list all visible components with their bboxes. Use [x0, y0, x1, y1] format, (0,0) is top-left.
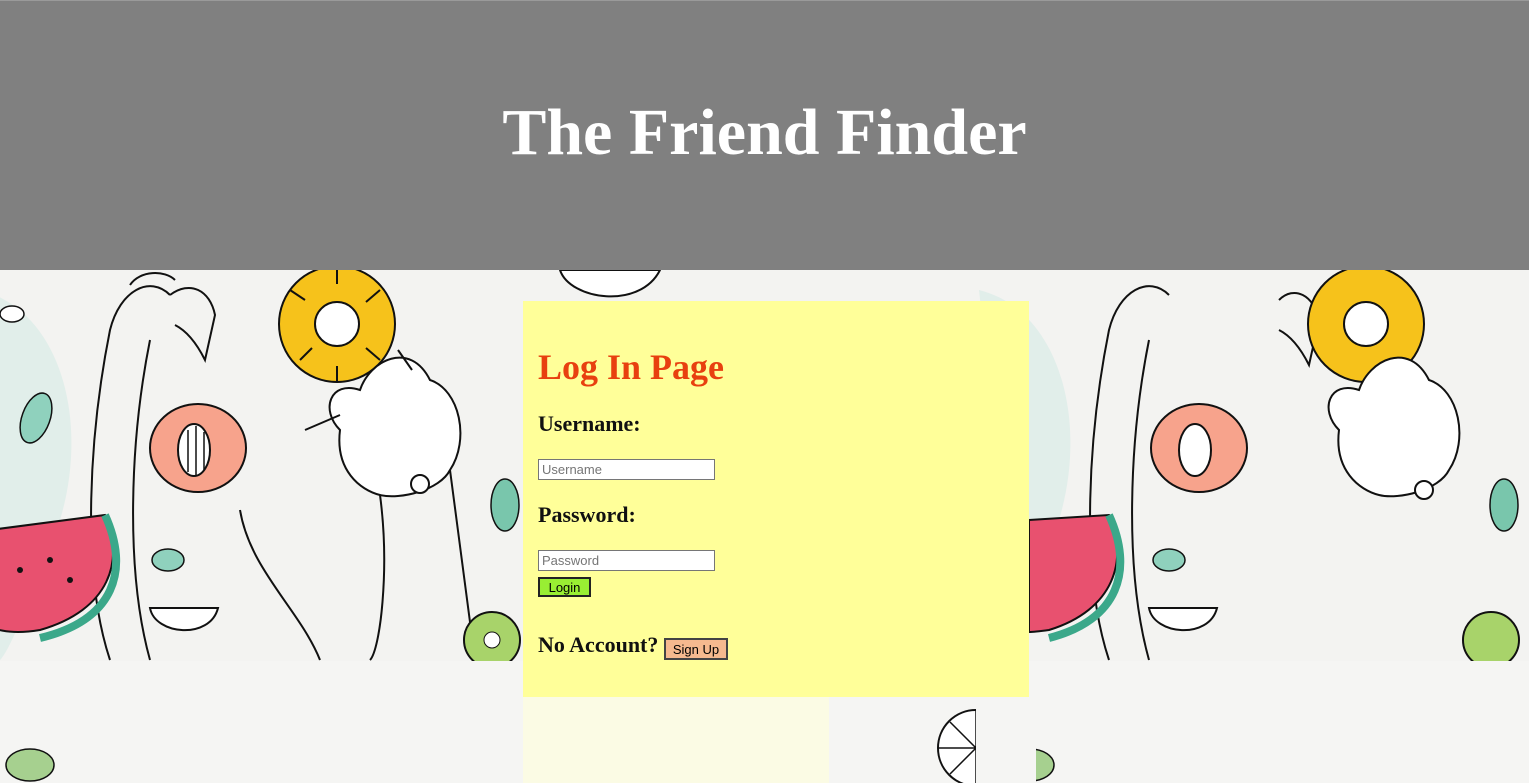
signup-button[interactable]: Sign Up — [664, 638, 728, 660]
login-card: Log In Page Username: Password: Login No… — [523, 301, 1029, 697]
password-label: Password: — [538, 502, 636, 527]
login-button[interactable]: Login — [538, 577, 591, 597]
no-account-text: No Account? — [538, 632, 659, 657]
password-input[interactable] — [538, 550, 715, 571]
username-label: Username: — [538, 411, 641, 436]
site-header: The Friend Finder — [0, 0, 1529, 270]
login-page-title: Log In Page — [538, 347, 725, 387]
kiwi-icon — [463, 611, 521, 669]
peach-icon — [149, 403, 247, 493]
site-title: The Friend Finder — [502, 96, 1027, 169]
username-input[interactable] — [538, 459, 715, 480]
